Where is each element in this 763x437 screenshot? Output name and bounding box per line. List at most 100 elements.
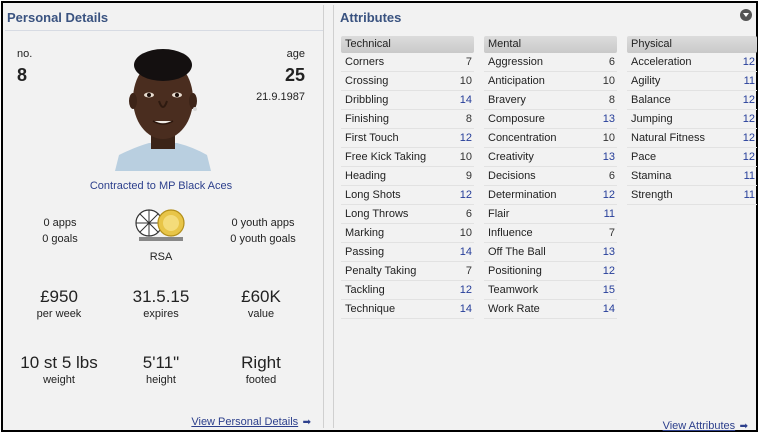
attribute-name: Acceleration [631, 56, 692, 68]
attribute-name: Stamina [631, 170, 672, 182]
attribute-value: 14 [602, 303, 615, 315]
attribute-value: 12 [742, 56, 755, 68]
view-personal-details-link[interactable]: View Personal Details ➡ [191, 412, 311, 430]
attribute-row-physical[interactable]: Acceleration 12 [627, 53, 757, 72]
personal-details-panel: Personal Details no. 8 age 25 21.9.1987 [5, 5, 324, 428]
attribute-row-technical[interactable]: First Touch 12 [341, 129, 474, 148]
attribute-value: 9 [465, 170, 472, 182]
physical-column: Physical Acceleration 12 Agility 11 Balance 1… [627, 36, 757, 205]
attribute-row-mental[interactable]: Composure 13 [484, 110, 617, 129]
age-value: 25 [284, 65, 305, 85]
attribute-row-technical[interactable]: Heading 9 [341, 167, 474, 186]
height-label: height [146, 374, 176, 386]
attribute-value: 12 [742, 151, 755, 163]
attribute-row-technical[interactable]: Passing 14 [341, 243, 474, 262]
weight-label: weight [43, 374, 75, 386]
wage-value: £950 [40, 287, 78, 306]
attribute-name: Concentration [488, 132, 557, 144]
attribute-row-technical[interactable]: Free Kick Taking 10 [341, 148, 474, 167]
attribute-value: 14 [459, 94, 472, 106]
personal-details-title: Personal Details [7, 10, 109, 25]
attribute-value: 11 [743, 189, 755, 201]
shirt-number-label: no. [17, 48, 33, 60]
attribute-value: 12 [459, 284, 472, 296]
attribute-name: Flair [488, 208, 510, 220]
shirt-number-value: 8 [17, 65, 28, 85]
youth-apps-count: 0 youth apps [231, 217, 295, 229]
attribute-row-technical[interactable]: Technique 14 [341, 300, 474, 319]
attribute-row-mental[interactable]: Influence 7 [484, 224, 617, 243]
attribute-name: Corners [345, 56, 385, 68]
attribute-row-technical[interactable]: Finishing 8 [341, 110, 474, 129]
attribute-row-mental[interactable]: Flair 11 [484, 205, 617, 224]
attribute-row-mental[interactable]: Aggression 6 [484, 53, 617, 72]
attribute-value: 12 [459, 132, 472, 144]
attribute-name: Bravery [488, 94, 526, 106]
attribute-row-physical[interactable]: Agility 11 [627, 72, 757, 91]
attribute-name: Influence [488, 227, 533, 239]
view-personal-details-label: View Personal Details [191, 416, 299, 428]
attribute-row-physical[interactable]: Jumping 12 [627, 110, 757, 129]
attribute-row-physical[interactable]: Balance 12 [627, 91, 757, 110]
attribute-row-mental[interactable]: Bravery 8 [484, 91, 617, 110]
attribute-value: 11 [603, 208, 615, 220]
attribute-row-technical[interactable]: Penalty Taking 7 [341, 262, 474, 281]
attribute-name: Marking [345, 227, 385, 239]
footed-value: Right [241, 353, 281, 372]
attribute-value: 12 [742, 94, 755, 106]
attribute-row-mental[interactable]: Concentration 10 [484, 129, 617, 148]
attribute-row-mental[interactable]: Creativity 13 [484, 148, 617, 167]
attribute-row-mental[interactable]: Anticipation 10 [484, 72, 617, 91]
attribute-name: Agility [631, 75, 661, 87]
attribute-row-technical[interactable]: Crossing 10 [341, 72, 474, 91]
attribute-name: Anticipation [488, 75, 545, 87]
contract-club-link[interactable]: Contracted to MP Black Aces [5, 180, 317, 192]
attribute-row-mental[interactable]: Work Rate 14 [484, 300, 617, 319]
mental-header: Mental [484, 36, 617, 53]
transfer-value-label: value [247, 308, 275, 320]
attribute-value: 13 [602, 151, 615, 163]
collapse-icon[interactable] [740, 9, 752, 21]
attribute-name: Crossing [345, 75, 389, 87]
attribute-row-physical[interactable]: Strength 11 [627, 186, 757, 205]
attribute-value: 10 [602, 75, 615, 87]
attribute-name: Creativity [488, 151, 534, 163]
attribute-row-technical[interactable]: Long Throws 6 [341, 205, 474, 224]
attribute-value: 11 [743, 75, 755, 87]
attribute-row-technical[interactable]: Tackling 12 [341, 281, 474, 300]
attribute-row-mental[interactable]: Positioning 12 [484, 262, 617, 281]
attribute-row-physical[interactable]: Pace 12 [627, 148, 757, 167]
view-attributes-link[interactable]: View Attributes ➡ [663, 416, 748, 434]
weight-value: 10 st 5 lbs [20, 353, 98, 372]
attribute-row-mental[interactable]: Teamwork 15 [484, 281, 617, 300]
goals-count: 0 goals [42, 233, 78, 245]
attribute-row-technical[interactable]: Dribbling 14 [341, 91, 474, 110]
mental-column: Mental Aggression 6 Anticipation 10 Bravery 8… [484, 36, 617, 319]
attribute-name: Determination [488, 189, 557, 201]
attribute-value: 6 [465, 208, 472, 220]
attribute-value: 6 [608, 170, 615, 182]
attribute-row-technical[interactable]: Corners 7 [341, 53, 474, 72]
attribute-row-physical[interactable]: Stamina 11 [627, 167, 757, 186]
attribute-value: 12 [459, 189, 472, 201]
attribute-row-mental[interactable]: Decisions 6 [484, 167, 617, 186]
attribute-name: Work Rate [488, 303, 540, 315]
attribute-row-mental[interactable]: Off The Ball 13 [484, 243, 617, 262]
attribute-row-mental[interactable]: Determination 12 [484, 186, 617, 205]
attribute-value: 6 [608, 56, 615, 68]
attribute-name: Tackling [345, 284, 385, 296]
attribute-value: 10 [459, 75, 472, 87]
attribute-row-technical[interactable]: Long Shots 12 [341, 186, 474, 205]
nation-code: RSA [149, 251, 173, 263]
transfer-value: £60K [241, 287, 281, 306]
height-value: 5'11" [142, 353, 180, 372]
attribute-value: 12 [602, 265, 615, 277]
attribute-name: Decisions [488, 170, 536, 182]
attribute-name: Finishing [345, 113, 390, 125]
attribute-name: Balance [631, 94, 671, 106]
attribute-row-physical[interactable]: Natural Fitness 12 [627, 129, 757, 148]
attribute-row-technical[interactable]: Marking 10 [341, 224, 474, 243]
attribute-name: Strength [631, 189, 673, 201]
nation-badge-icon[interactable] [135, 206, 187, 242]
attribute-value: 14 [459, 303, 472, 315]
